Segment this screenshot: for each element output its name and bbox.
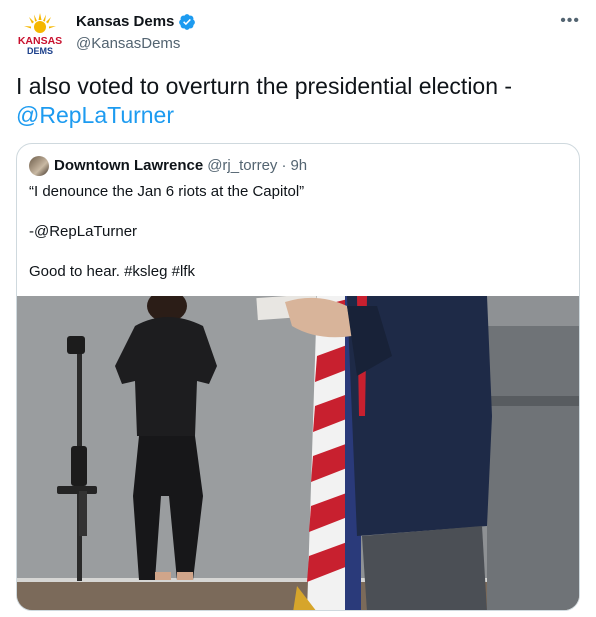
author-display-name[interactable]: Kansas Dems xyxy=(76,12,174,32)
kansas-dems-logo: KANSAS DEMS xyxy=(18,13,62,56)
verified-badge-icon xyxy=(178,13,196,31)
quote-line: Good to hear. #ksleg #lfk xyxy=(29,263,195,280)
author-name-row[interactable]: Kansas Dems xyxy=(76,12,196,32)
author-handle[interactable]: @KansasDems xyxy=(76,34,180,54)
tweet-text: I also voted to overturn the presidentia… xyxy=(16,72,576,130)
quote-line: -@RepLaTurner xyxy=(29,223,138,240)
tweet[interactable]: KANSAS DEMS Kansas Dems @KansasDems ••• … xyxy=(0,0,596,617)
quote-photo[interactable] xyxy=(17,296,579,610)
more-options-icon[interactable]: ••• xyxy=(560,12,580,30)
quote-header: Downtown Lawrence @rj_torrey · 9h xyxy=(29,156,307,176)
quote-tweet-card[interactable]: Downtown Lawrence @rj_torrey · 9h “I den… xyxy=(16,143,580,611)
photo-podium xyxy=(487,326,579,610)
quote-line: “I denounce the Jan 6 riots at the Capit… xyxy=(29,183,305,200)
tweet-mention-link[interactable]: @RepLaTurner xyxy=(16,102,174,128)
tweet-body: I also voted to overturn the presidentia… xyxy=(16,73,513,99)
quote-author-name[interactable]: Downtown Lawrence xyxy=(54,156,203,176)
quote-author-handle[interactable]: @rj_torrey xyxy=(207,156,277,176)
quote-author-avatar[interactable] xyxy=(29,156,49,176)
logo-text-bottom: DEMS xyxy=(27,46,53,56)
quote-timestamp[interactable]: 9h xyxy=(290,156,307,176)
author-avatar[interactable]: KANSAS DEMS xyxy=(16,10,64,58)
quote-separator: · xyxy=(281,157,287,174)
quote-body: “I denounce the Jan 6 riots at the Capit… xyxy=(29,182,569,302)
